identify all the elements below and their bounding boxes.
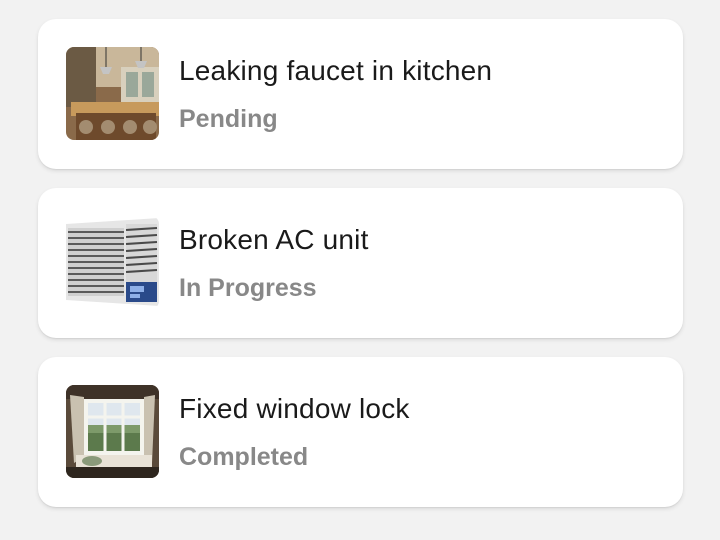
request-title: Broken AC unit [179,224,369,255]
request-card-window-lock[interactable]: Fixed window lock Completed [38,357,683,507]
kitchen-photo-icon [66,47,159,140]
request-card-broken-ac[interactable]: Broken AC unit In Progress [38,188,683,338]
request-title: Leaking faucet in kitchen [179,55,493,86]
request-title: Fixed window lock [179,393,410,424]
maintenance-request-list: Leaking faucet in kitchen Pending Broken… [38,19,683,526]
request-status: Completed [179,443,309,471]
air-conditioner-photo-icon [66,216,159,309]
request-card-leaking-faucet[interactable]: Leaking faucet in kitchen Pending [38,19,683,169]
window-photo-icon [66,385,159,478]
request-status: In Progress [179,274,317,302]
request-status: Pending [179,105,278,133]
